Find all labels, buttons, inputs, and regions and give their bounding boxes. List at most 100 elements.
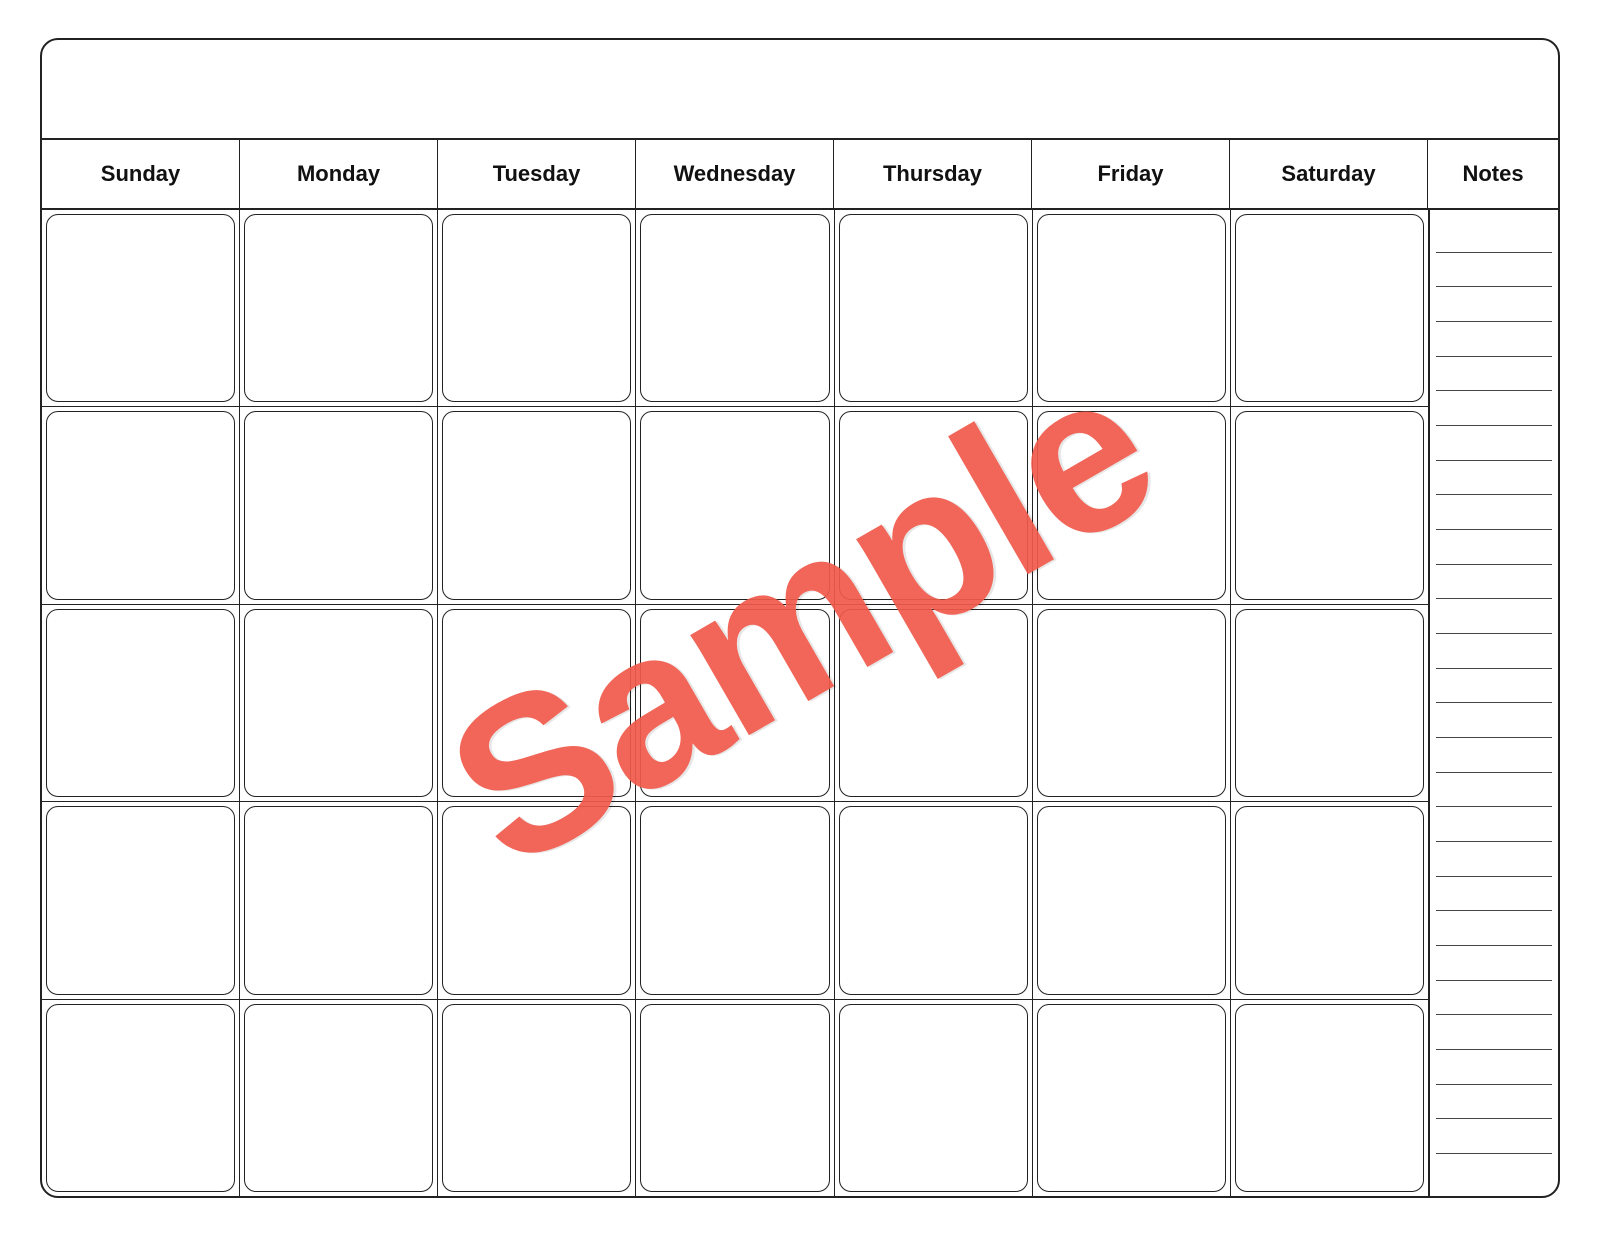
day-cell-inner <box>1037 411 1226 599</box>
note-line <box>1436 357 1552 392</box>
day-cell <box>240 210 438 406</box>
day-cell-inner <box>244 411 433 599</box>
day-cell-inner <box>839 806 1028 994</box>
day-cell <box>835 407 1033 603</box>
day-cell-inner <box>839 609 1028 797</box>
title-bar <box>42 40 1558 140</box>
header-saturday: Saturday <box>1230 140 1428 208</box>
day-cell <box>1231 605 1428 801</box>
day-cell-inner <box>1235 609 1424 797</box>
day-cell-inner <box>46 411 235 599</box>
day-cell-inner <box>839 411 1028 599</box>
day-cell <box>438 1000 636 1196</box>
note-line <box>1436 1015 1552 1050</box>
note-line <box>1436 703 1552 738</box>
calendar-body <box>42 210 1558 1196</box>
day-cell <box>636 210 834 406</box>
day-cell-inner <box>640 1004 829 1192</box>
note-line <box>1436 218 1552 253</box>
day-cell-inner <box>1037 1004 1226 1192</box>
header-friday: Friday <box>1032 140 1230 208</box>
note-line <box>1436 495 1552 530</box>
note-line <box>1436 322 1552 357</box>
day-cell-inner <box>1235 806 1424 994</box>
day-cell-inner <box>640 411 829 599</box>
day-cell <box>835 210 1033 406</box>
day-cell-inner <box>46 1004 235 1192</box>
day-cell <box>636 605 834 801</box>
note-line <box>1436 1119 1552 1154</box>
note-line <box>1436 1154 1552 1188</box>
calendar-row-1 <box>42 210 1428 407</box>
day-cell <box>1033 802 1231 998</box>
day-cell-inner <box>442 411 631 599</box>
note-line <box>1436 253 1552 288</box>
day-cell <box>240 802 438 998</box>
day-cell-inner <box>244 806 433 994</box>
calendar-row-4 <box>42 802 1428 999</box>
day-cell <box>1033 210 1231 406</box>
day-cell-inner <box>442 214 631 402</box>
header-monday: Monday <box>240 140 438 208</box>
day-cell-inner <box>244 609 433 797</box>
day-cell <box>42 802 240 998</box>
note-line <box>1436 287 1552 322</box>
calendar-row-2 <box>42 407 1428 604</box>
day-cell <box>438 407 636 603</box>
day-cell <box>42 605 240 801</box>
day-cell <box>240 407 438 603</box>
days-grid <box>42 210 1428 1196</box>
day-cell <box>1231 1000 1428 1196</box>
day-cell <box>835 802 1033 998</box>
header-wednesday: Wednesday <box>636 140 834 208</box>
note-line <box>1436 391 1552 426</box>
day-cell-inner <box>839 1004 1028 1192</box>
day-cell-inner <box>839 214 1028 402</box>
day-cell <box>240 1000 438 1196</box>
day-cell <box>438 210 636 406</box>
note-line <box>1436 669 1552 704</box>
day-cell-inner <box>640 214 829 402</box>
note-line <box>1436 461 1552 496</box>
note-line <box>1436 773 1552 808</box>
header-sunday: Sunday <box>42 140 240 208</box>
day-cell-inner <box>46 609 235 797</box>
day-cell-inner <box>1235 214 1424 402</box>
header-notes: Notes <box>1428 140 1558 208</box>
note-line <box>1436 1050 1552 1085</box>
calendar-container: Sunday Monday Tuesday Wednesday Thursday… <box>40 38 1560 1198</box>
day-cell <box>636 407 834 603</box>
day-cell <box>1033 407 1231 603</box>
note-line <box>1436 738 1552 773</box>
day-cell-inner <box>1037 609 1226 797</box>
day-cell-inner <box>640 609 829 797</box>
day-cell-inner <box>46 214 235 402</box>
day-cell <box>1033 605 1231 801</box>
day-cell-inner <box>442 806 631 994</box>
day-cell <box>1033 1000 1231 1196</box>
note-line <box>1436 565 1552 600</box>
note-line <box>1436 1085 1552 1120</box>
note-line <box>1436 911 1552 946</box>
day-cell-inner <box>1037 806 1226 994</box>
day-cell-inner <box>46 806 235 994</box>
day-cell <box>835 605 1033 801</box>
day-cell <box>240 605 438 801</box>
day-cell <box>42 407 240 603</box>
day-cell-inner <box>244 1004 433 1192</box>
day-cell-inner <box>1235 1004 1424 1192</box>
day-cell <box>1231 407 1428 603</box>
note-line <box>1436 634 1552 669</box>
header-thursday: Thursday <box>834 140 1032 208</box>
day-cell-inner <box>442 1004 631 1192</box>
day-cell <box>438 802 636 998</box>
note-line <box>1436 599 1552 634</box>
note-line <box>1436 981 1552 1016</box>
day-cell <box>636 802 834 998</box>
day-cell <box>835 1000 1033 1196</box>
day-cell-inner <box>244 214 433 402</box>
note-line <box>1436 877 1552 912</box>
day-cell-inner <box>1235 411 1424 599</box>
day-cell <box>42 210 240 406</box>
note-line <box>1436 842 1552 877</box>
